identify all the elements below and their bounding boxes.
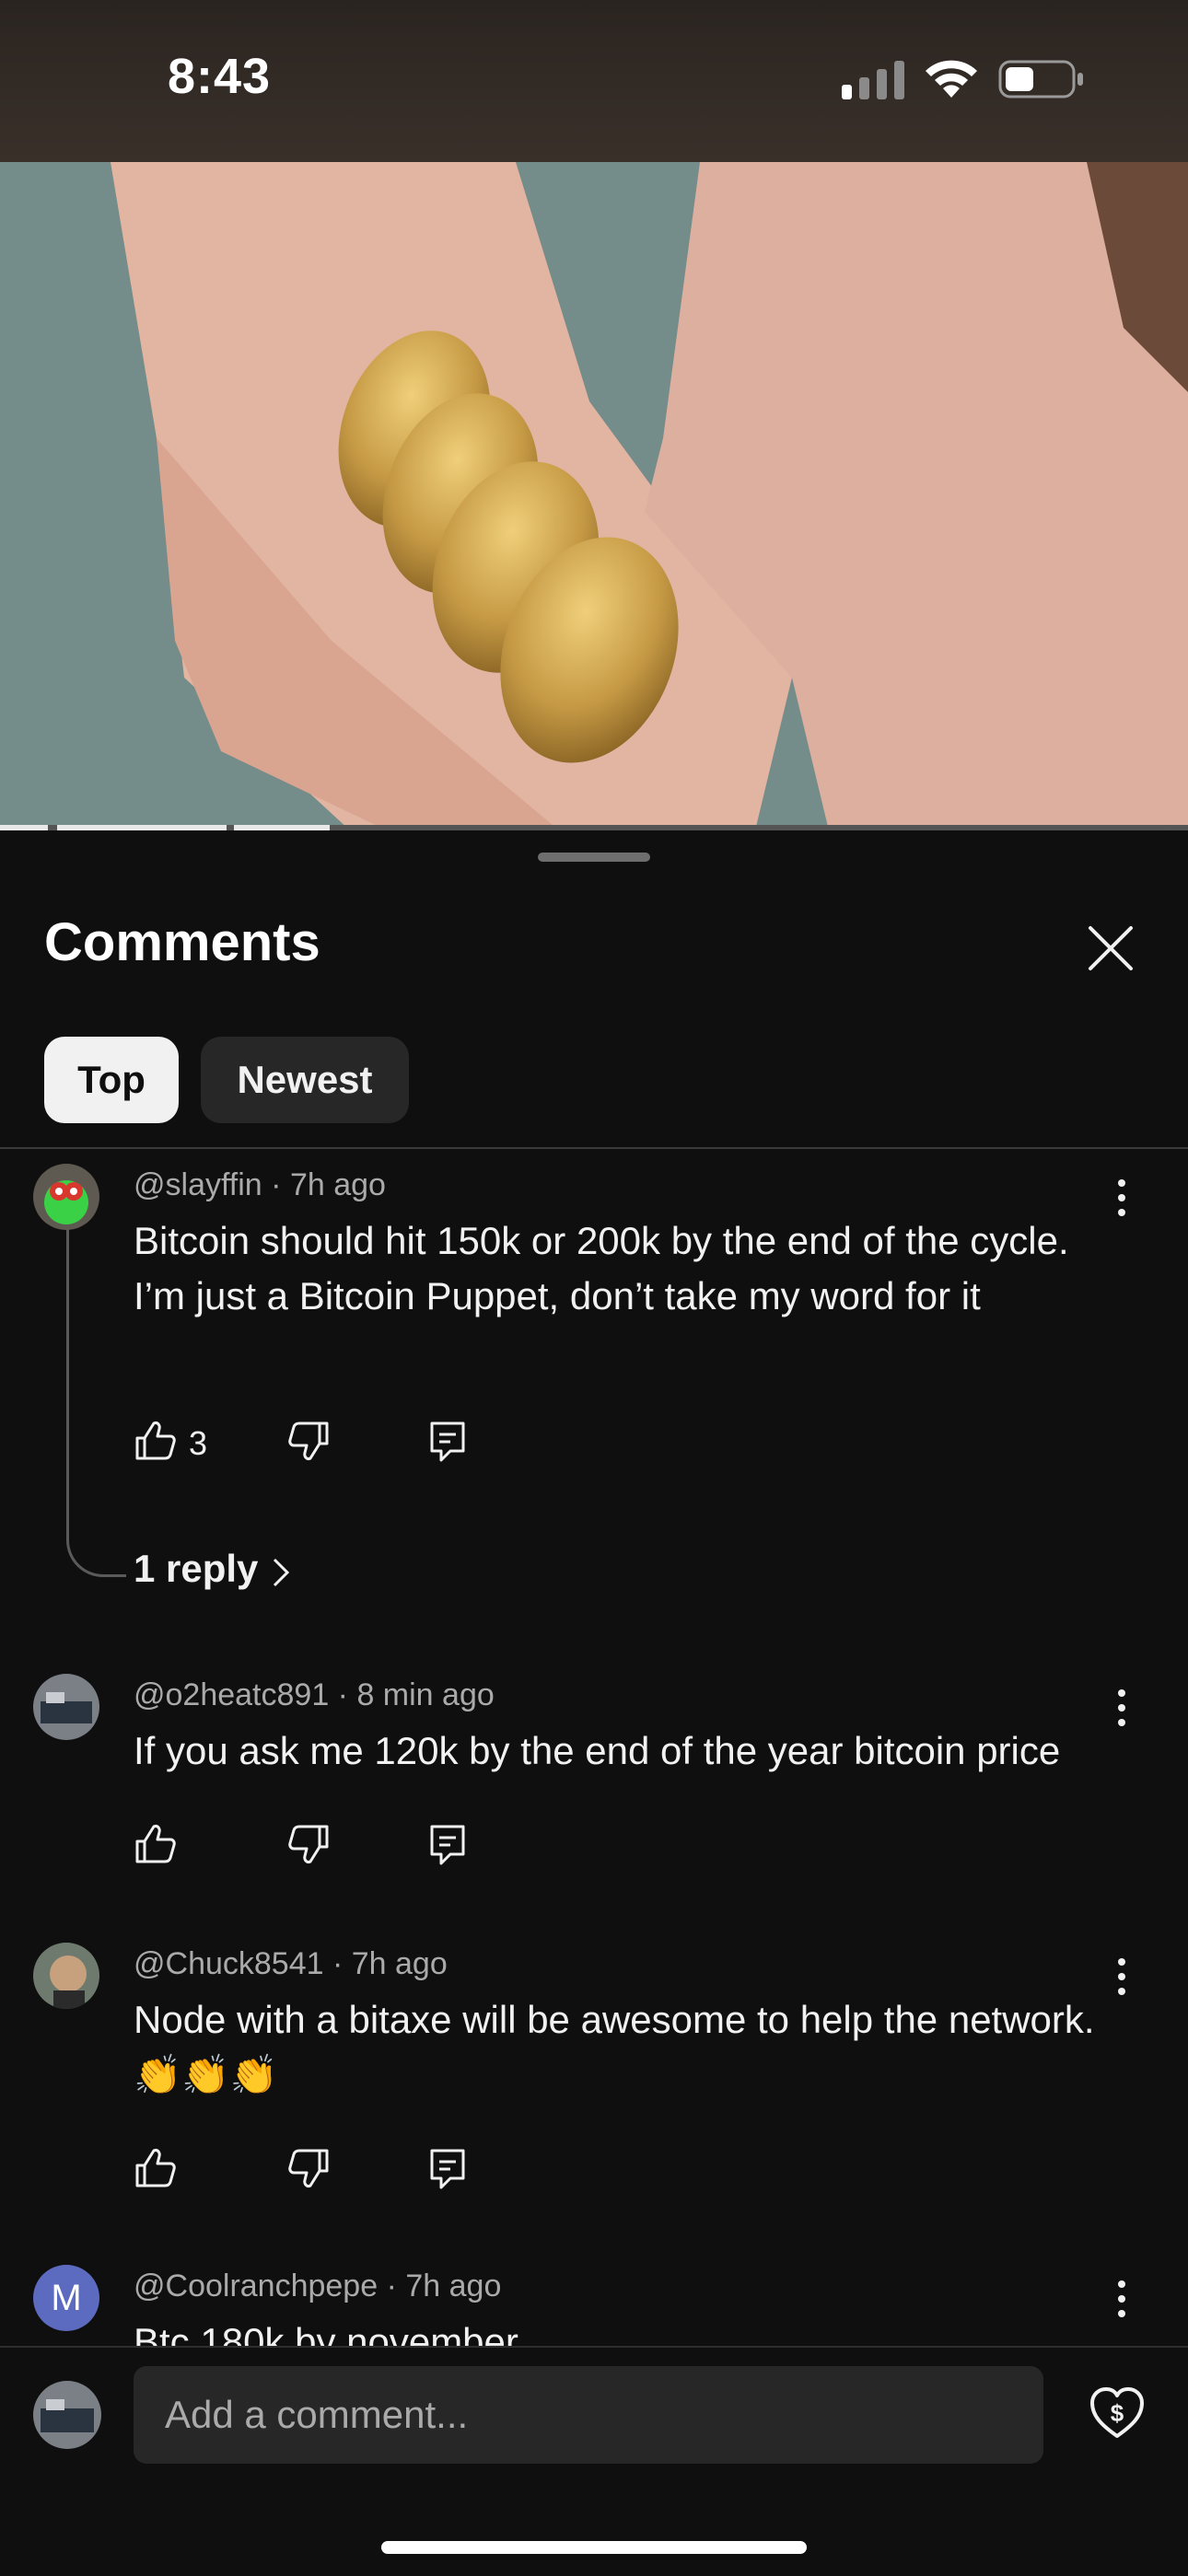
comment-meta: @Coolranchpepe · 7h ago [134, 2269, 502, 2303]
like-icon[interactable] [132, 2145, 178, 2191]
view-replies-link[interactable]: 1 reply [134, 1547, 258, 1591]
more-options-icon[interactable] [1105, 2276, 1138, 2322]
avatar [33, 2381, 101, 2449]
comment-author[interactable]: @Coolranchpepe [134, 2269, 378, 2303]
comment-text: Btc 180k by november [134, 2320, 518, 2346]
add-comment-input[interactable]: Add a comment... [134, 2366, 1043, 2464]
comment-text: Bitcoin should hit 150k or 200k by the e… [134, 1219, 1069, 1317]
dislike-icon[interactable] [286, 1418, 332, 1464]
comments-title: Comments [44, 912, 320, 972]
dislike-icon[interactable] [286, 2145, 332, 2191]
wifi-icon [926, 60, 977, 98]
comment-age: 7h ago [351, 1946, 448, 1981]
reply-icon[interactable] [425, 1821, 471, 1867]
close-icon[interactable] [1083, 921, 1138, 976]
comment-age: 7h ago [289, 1167, 386, 1202]
comment-author[interactable]: @Chuck8541 [134, 1946, 324, 1981]
more-options-icon[interactable] [1105, 1954, 1138, 2000]
tab-top[interactable]: Top [44, 1037, 179, 1123]
status-bar: 8:43 [0, 0, 1188, 162]
super-thanks-heart-icon[interactable]: $ [1087, 2383, 1147, 2443]
avatar[interactable] [33, 1943, 99, 2009]
more-options-icon[interactable] [1105, 1685, 1138, 1731]
divider [0, 1147, 1188, 1149]
reply-icon[interactable] [425, 1418, 471, 1464]
comment-age: 7h ago [405, 2269, 502, 2303]
status-time: 8:43 [168, 49, 272, 104]
video-player[interactable] [0, 162, 1188, 830]
comment-meta: @slayffin · 7h ago [134, 1167, 386, 1202]
avatar[interactable]: M [33, 2265, 99, 2331]
comment-author[interactable]: @o2heatc891 [134, 1677, 329, 1712]
more-options-icon[interactable] [1105, 1175, 1138, 1221]
like-count: 3 [189, 1424, 208, 1462]
comment-meta: @Chuck8541 · 7h ago [134, 1946, 448, 1981]
svg-text:$: $ [1111, 2399, 1124, 2427]
chevron-right-icon[interactable] [269, 1556, 293, 1589]
like-icon[interactable] [132, 1418, 178, 1464]
reply-thread-line [66, 1224, 126, 1577]
comment-partial: M @Coolranchpepe · 7h ago Btc 180k by no… [0, 2246, 1188, 2346]
video-frame-image [0, 162, 1188, 830]
dislike-icon[interactable] [286, 1821, 332, 1867]
battery-icon [998, 60, 1083, 99]
comment-text: If you ask me 120k by the end of the yea… [134, 1729, 1061, 1772]
comment-author[interactable]: @slayffin [134, 1167, 262, 1202]
avatar[interactable] [33, 1164, 99, 1230]
home-indicator[interactable] [381, 2541, 807, 2554]
sheet-drag-handle[interactable] [538, 853, 650, 862]
comment-meta: @o2heatc891 · 8 min ago [134, 1677, 495, 1712]
comment-age: 8 min ago [356, 1677, 495, 1712]
reply-icon[interactable] [425, 2145, 471, 2191]
comment-text: Node with a bitaxe will be awesome to he… [134, 1998, 1095, 2096]
like-icon[interactable] [132, 1821, 178, 1867]
cellular-signal-icon [842, 61, 904, 99]
avatar[interactable] [33, 1674, 99, 1740]
tab-newest[interactable]: Newest [201, 1037, 409, 1123]
